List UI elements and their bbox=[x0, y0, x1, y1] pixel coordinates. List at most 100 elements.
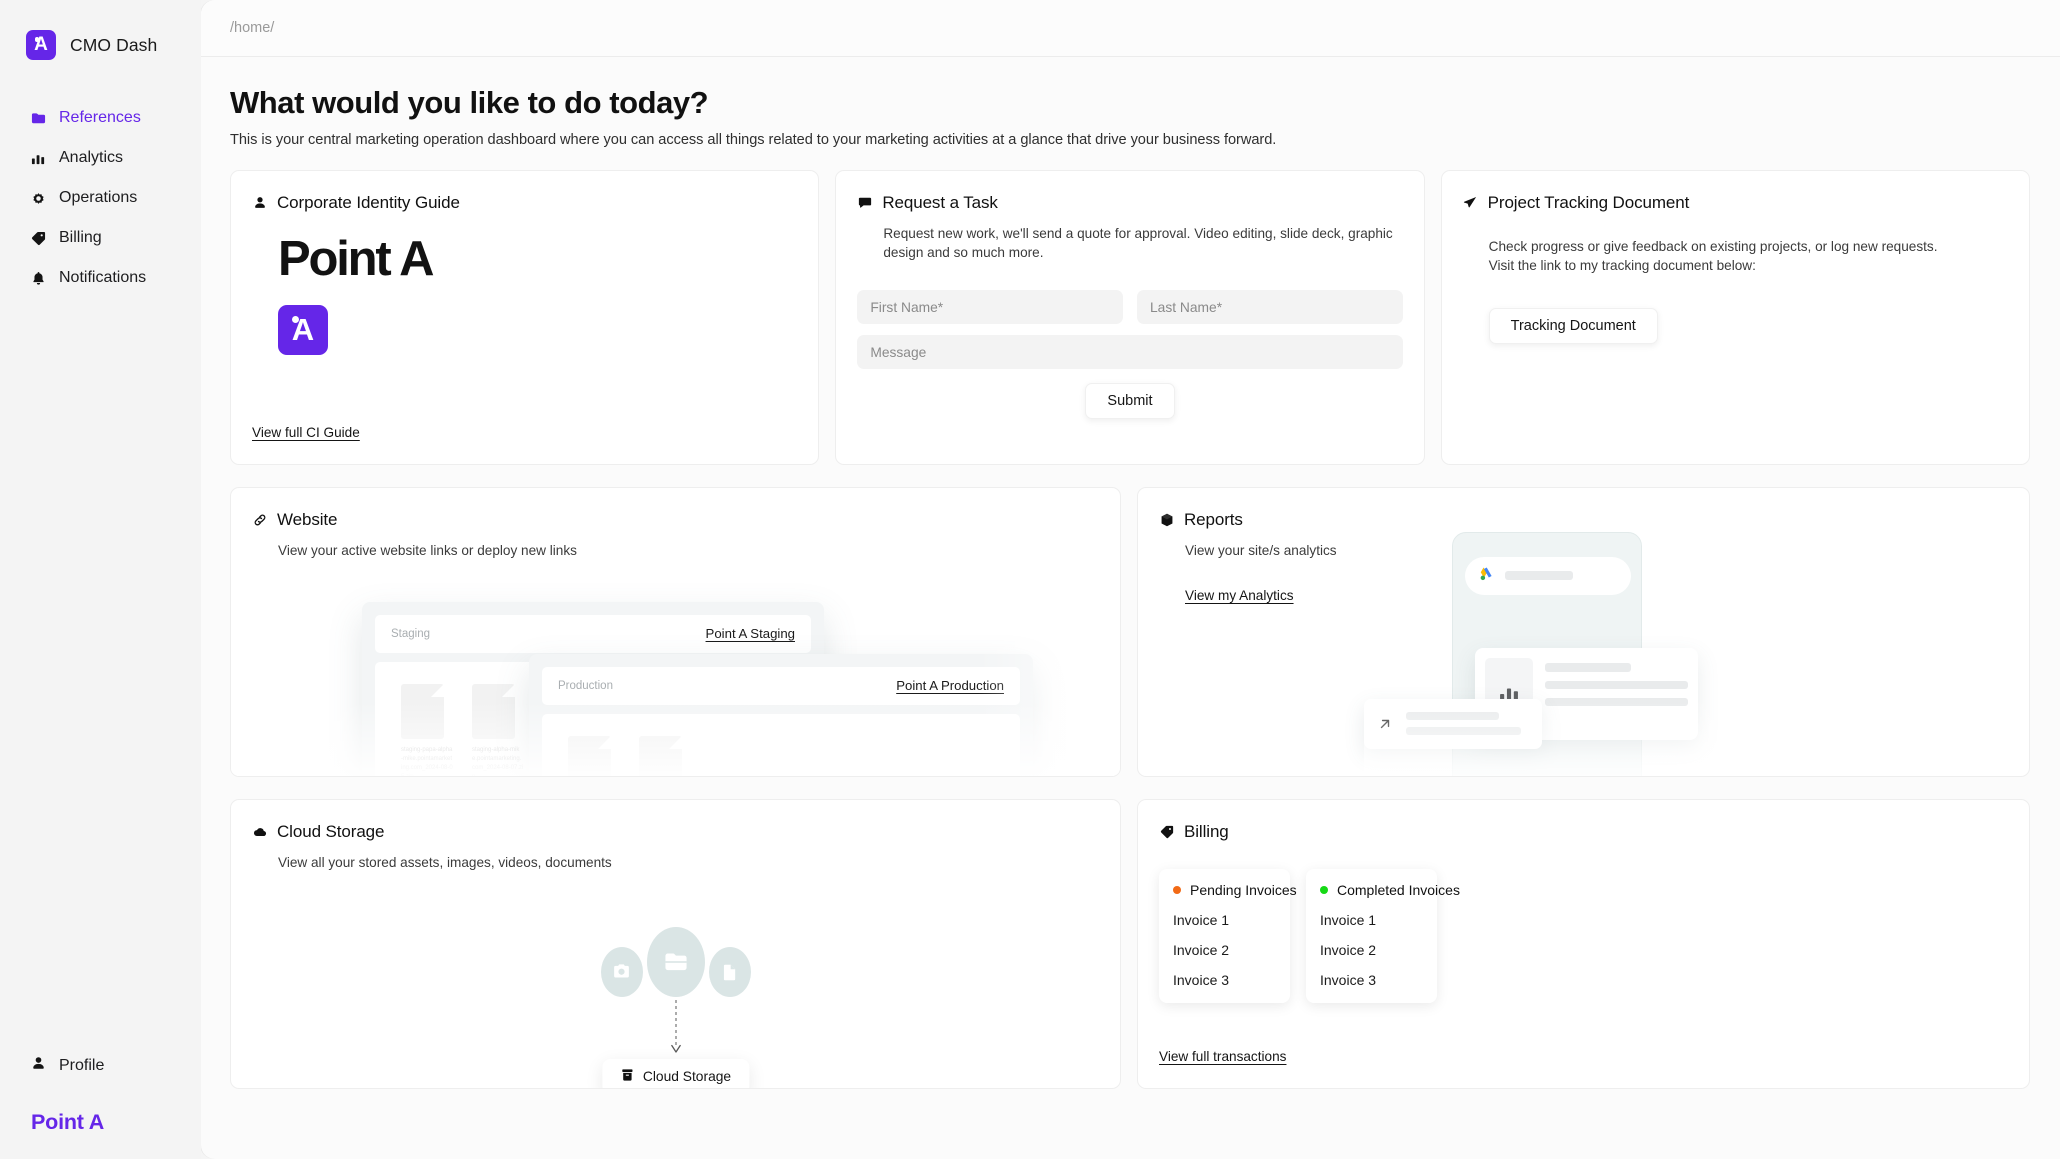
brand-name: CMO Dash bbox=[70, 34, 158, 55]
dashed-arrow-down-icon bbox=[670, 999, 681, 1053]
file-name: staging-alpha-mike.pointamarketing.com_2… bbox=[472, 746, 524, 776]
card-title: Corporate Identity Guide bbox=[277, 192, 460, 212]
brand[interactable]: A CMO Dash bbox=[0, 22, 201, 68]
file-name: staging-papa-alpha-mike.pointamarketing.… bbox=[401, 746, 453, 776]
report-link-skeletons bbox=[1406, 712, 1531, 736]
production-bar: Production Point A Production bbox=[542, 666, 1020, 705]
invoice-column-header: Pending Invoices bbox=[1173, 882, 1297, 898]
sidebar-item-operations[interactable]: Operations bbox=[0, 178, 201, 218]
card-corporate-identity-guide: Corporate Identity Guide Point A A View … bbox=[230, 169, 820, 465]
card-description: View all your stored assets, images, vid… bbox=[278, 854, 612, 870]
submit-row: Submit bbox=[857, 383, 1402, 420]
asset-bubbles bbox=[600, 926, 751, 997]
card-reports: Reports View your site/s analytics View … bbox=[1137, 486, 2030, 777]
analytics-search-bar bbox=[1465, 556, 1631, 595]
sidebar-item-references[interactable]: References bbox=[0, 98, 201, 138]
point-a-staging-link[interactable]: Point A Staging bbox=[706, 626, 795, 641]
user-icon bbox=[252, 195, 267, 210]
first-name-field[interactable] bbox=[857, 290, 1123, 325]
file-item[interactable]: staging-alpha-mike.pointamarketing.com_2… bbox=[472, 683, 524, 776]
staging-env-label: Staging bbox=[391, 627, 431, 640]
sidebar-item-billing[interactable]: Billing bbox=[0, 218, 201, 258]
user-icon bbox=[31, 1056, 46, 1076]
sidebar-item-notifications[interactable]: Notifications bbox=[0, 258, 201, 298]
card-header: Reports bbox=[1138, 488, 2029, 530]
invoice-item[interactable]: Invoice 2 bbox=[1320, 942, 1423, 958]
document-icon bbox=[401, 683, 444, 739]
tracking-button-row: Tracking Document bbox=[1442, 308, 2029, 345]
skeleton-line bbox=[1406, 712, 1499, 721]
archive-icon bbox=[620, 1068, 634, 1085]
production-files: pointamarketing.com_2024-08-06 pointamar… bbox=[542, 713, 1020, 776]
cloud-storage-chip[interactable]: Cloud Storage bbox=[601, 1058, 750, 1088]
bar-chart-icon bbox=[31, 151, 46, 166]
skeleton-line bbox=[1545, 697, 1688, 706]
card-header: Corporate Identity Guide bbox=[231, 171, 818, 213]
invoice-item[interactable]: Invoice 3 bbox=[1320, 972, 1423, 988]
file-item[interactable]: pointamarketing.com_2024-08-07 bbox=[639, 735, 691, 776]
last-name-field[interactable] bbox=[1136, 290, 1403, 325]
file-item[interactable]: staging-papa-alpha-mike.pointamarketing.… bbox=[401, 683, 453, 776]
report-skeleton-lines bbox=[1545, 658, 1688, 730]
invoice-item[interactable]: Invoice 1 bbox=[1173, 912, 1276, 928]
tracking-description-line2: Visit the link to my tracking document b… bbox=[1488, 258, 1756, 274]
link-icon bbox=[252, 512, 267, 527]
card-project-tracking-document: Project Tracking Document Check progress… bbox=[1440, 169, 2030, 465]
cube-icon bbox=[1159, 512, 1174, 527]
card-row-1: Corporate Identity Guide Point A A View … bbox=[230, 169, 2030, 465]
status-dot-pending bbox=[1173, 885, 1181, 894]
staging-bar: Staging Point A Staging bbox=[375, 614, 811, 653]
view-my-analytics-link[interactable]: View my Analytics bbox=[1185, 588, 1294, 603]
view-full-ci-guide-link[interactable]: View full CI Guide bbox=[252, 425, 360, 440]
message-field[interactable] bbox=[857, 335, 1403, 370]
sidebar-item-profile[interactable]: Profile bbox=[0, 1046, 201, 1086]
tag-icon bbox=[31, 231, 46, 246]
card-cloud-storage: Cloud Storage View all your stored asset… bbox=[230, 798, 1121, 1089]
brand-logo-letter: A bbox=[34, 34, 48, 55]
card-header: Cloud Storage bbox=[231, 800, 1120, 842]
skeleton-line bbox=[1406, 727, 1521, 736]
name-fields-row bbox=[857, 290, 1403, 325]
card-description: View your active website links or deploy… bbox=[278, 542, 577, 558]
reports-illustration bbox=[1364, 531, 1784, 776]
tag-icon bbox=[1159, 824, 1174, 839]
point-a-production-link[interactable]: Point A Production bbox=[896, 678, 1004, 693]
tracking-document-button[interactable]: Tracking Document bbox=[1488, 308, 1658, 345]
ci-logo-letter: A bbox=[291, 311, 315, 347]
gear-icon bbox=[31, 191, 46, 206]
document-icon bbox=[708, 946, 751, 997]
report-link-card[interactable] bbox=[1364, 698, 1542, 749]
invoice-item[interactable]: Invoice 3 bbox=[1173, 972, 1276, 988]
sidebar-item-label: Analytics bbox=[59, 149, 124, 166]
submit-button[interactable]: Submit bbox=[1085, 383, 1175, 420]
arrow-up-right-icon bbox=[1375, 714, 1395, 734]
document-icon bbox=[472, 683, 515, 739]
card-website: Website View your active website links o… bbox=[230, 486, 1121, 777]
app-root: A CMO Dash References Analytics Operatio… bbox=[0, 0, 2060, 1159]
message-field-row bbox=[857, 335, 1403, 370]
google-ads-icon bbox=[1478, 565, 1495, 587]
document-icon bbox=[568, 735, 611, 776]
tracking-description-line1: Check progress or give feedback on exist… bbox=[1488, 238, 1938, 254]
invoice-item[interactable]: Invoice 2 bbox=[1173, 942, 1276, 958]
invoice-item[interactable]: Invoice 1 bbox=[1320, 912, 1423, 928]
sidebar-item-analytics[interactable]: Analytics bbox=[0, 138, 201, 178]
card-title: Request a Task bbox=[882, 192, 998, 212]
sidebar-nav: References Analytics Operations Billing bbox=[0, 98, 201, 298]
skeleton-line bbox=[1545, 680, 1688, 689]
sidebar-item-label: Profile bbox=[59, 1057, 105, 1074]
file-item[interactable]: pointamarketing.com_2024-08-06 bbox=[568, 735, 620, 776]
view-full-transactions-link[interactable]: View full transactions bbox=[1159, 1049, 1286, 1064]
sidebar-item-label: Billing bbox=[59, 229, 102, 246]
cloud-icon bbox=[252, 824, 267, 839]
invoice-column-header: Completed Invoices bbox=[1320, 882, 1460, 898]
skeleton-line bbox=[1545, 662, 1631, 672]
invoice-columns: Pending Invoices Invoice 1 Invoice 2 Inv… bbox=[1138, 868, 2029, 1003]
completed-invoices-card: Completed Invoices Invoice 1 Invoice 2 I… bbox=[1306, 868, 1460, 1003]
card-title: Billing bbox=[1184, 821, 1229, 841]
card-title: Project Tracking Document bbox=[1487, 192, 1690, 212]
breadcrumb: /home/ bbox=[230, 20, 275, 36]
card-header: Request a Task bbox=[836, 171, 1423, 213]
card-request-a-task: Request a Task Request new work, we'll s… bbox=[835, 169, 1425, 465]
